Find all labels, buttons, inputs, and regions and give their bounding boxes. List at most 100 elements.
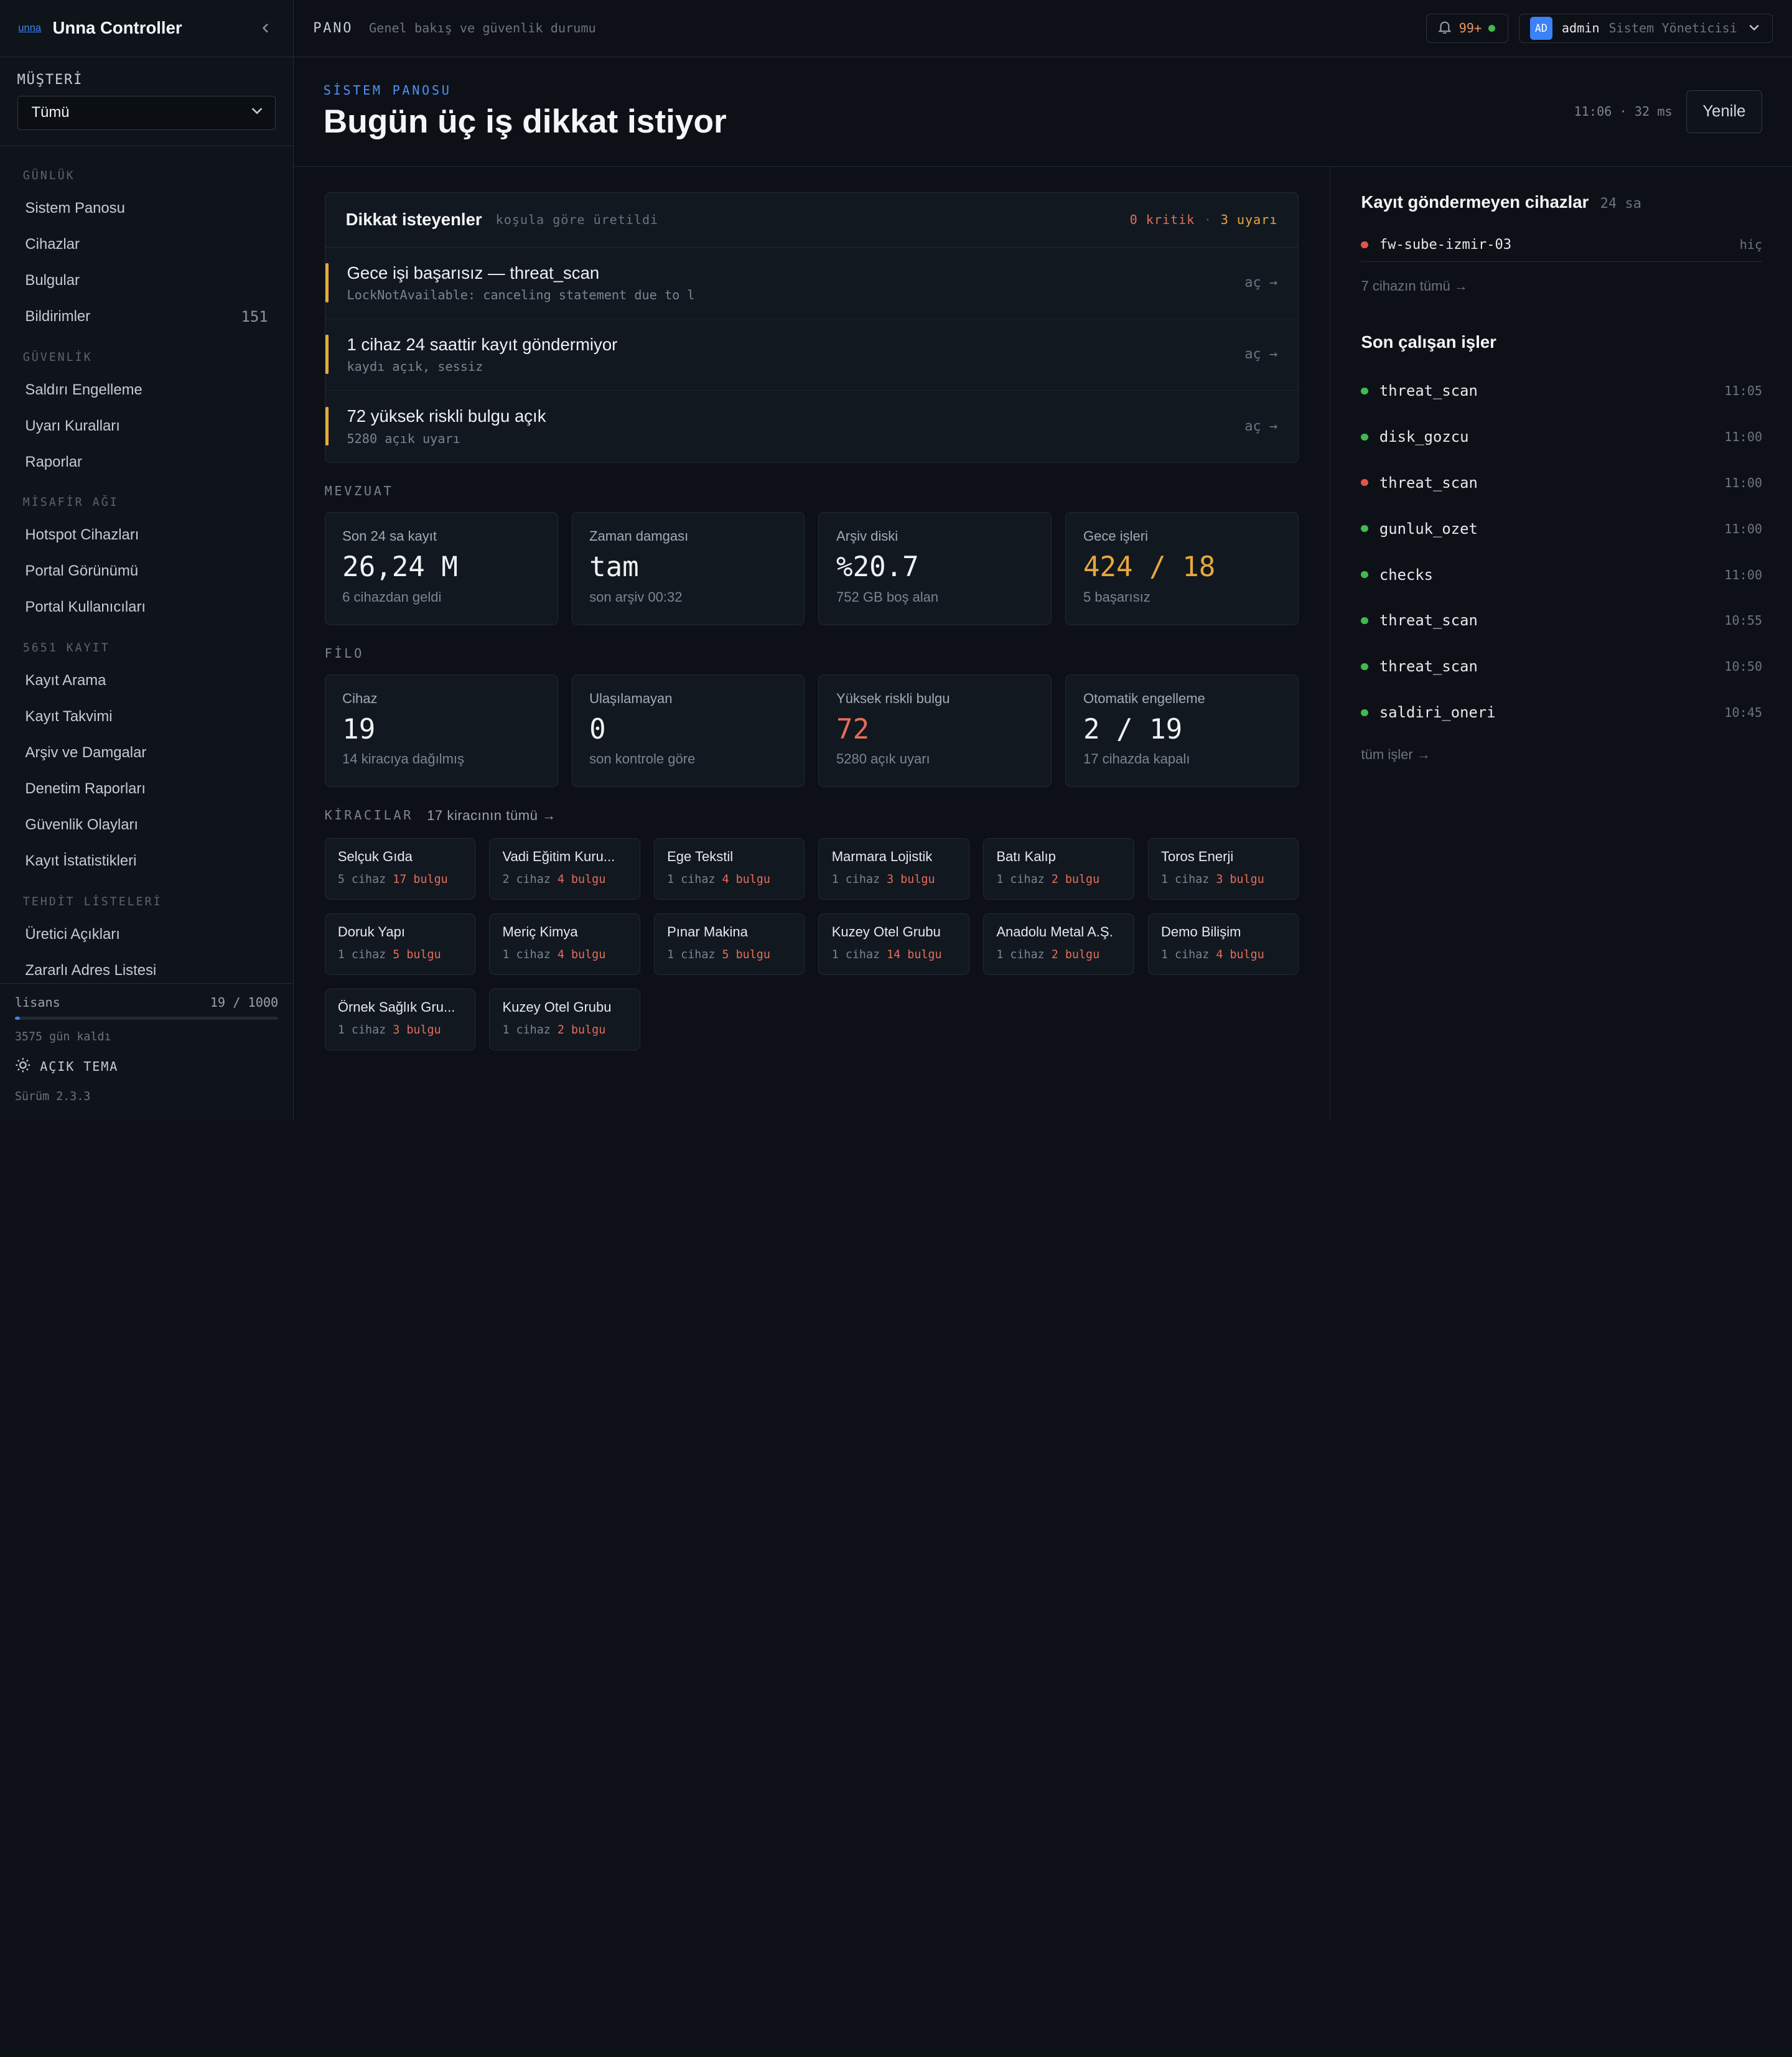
job-row[interactable]: saldiri_oneri 10:45 <box>1361 689 1762 735</box>
attention-item[interactable]: 72 yüksek riskli bulgu açık 5280 açık uya… <box>325 391 1299 462</box>
metric-card[interactable]: Zaman damgası tam son arşiv 00:32 <box>571 511 805 625</box>
chevron-left-icon[interactable] <box>256 19 274 37</box>
metric-card[interactable]: Son 24 sa kayıt 26,24 M 6 cihazdan geldi <box>324 511 558 625</box>
sidebar-item[interactable]: Hotspot Cihazları <box>0 517 293 553</box>
sidebar-item[interactable]: Saldırı Engelleme <box>0 372 293 408</box>
metric-label: Zaman damgası <box>589 528 689 544</box>
sidebar-item[interactable]: Uyarı Kuralları <box>0 408 293 444</box>
tenant-card[interactable]: Demo Bilişim 1 cihaz 4 bulgu <box>1147 913 1299 975</box>
attention-item-text: 72 yüksek riskli bulgu açık 5280 açık uya… <box>347 406 1244 445</box>
tenant-card[interactable]: Meriç Kimya 1 cihaz 4 bulgu <box>489 913 640 975</box>
sidebar-item[interactable]: Portal Görünümü <box>0 553 293 589</box>
metric-value: 2 / 19 <box>1083 714 1183 746</box>
tenant-meta: 1 cihaz 2 bulgu <box>996 948 1121 961</box>
tenant-name: Demo Bilişim <box>1160 924 1241 940</box>
metric-value: 0 <box>589 714 606 746</box>
tenant-findings: 17 bulgu <box>393 872 448 886</box>
sidebar-item[interactable]: Güvenlik Olayları <box>0 807 293 843</box>
attention-item-text: 1 cihaz 24 saattir kayıt göndermiyor kayd… <box>347 335 1244 374</box>
job-time: 11:00 <box>1724 521 1763 536</box>
tenant-meta: 2 cihaz 4 bulgu <box>502 873 627 886</box>
user-menu[interactable]: AD admin Sistem Yöneticisi <box>1518 13 1773 44</box>
theme-toggle-label: AÇIK TEMA <box>40 1059 119 1075</box>
all-devices-link[interactable]: 7 cihazın tümü → <box>1361 278 1762 294</box>
attention-item[interactable]: Gece işi başarısız — threat_scan LockNotA… <box>325 248 1299 319</box>
tenant-findings: 5 bulgu <box>393 948 441 962</box>
metric-card[interactable]: Otomatik engelleme 2 / 19 17 cihazda kapal… <box>1065 674 1299 788</box>
attention-item[interactable]: 1 cihaz 24 saattir kayıt göndermiyor kayd… <box>325 319 1299 391</box>
tenant-card[interactable]: Toros Enerji 1 cihaz 3 bulgu <box>1147 837 1299 900</box>
job-row[interactable]: threat_scan 10:50 <box>1361 643 1762 689</box>
all-tenants-link[interactable]: 17 kiracının tümü → <box>427 808 556 824</box>
tenant-card[interactable]: Marmara Lojistik 1 cihaz 3 bulgu <box>818 837 970 900</box>
sidebar-item[interactable]: Raporlar <box>0 444 293 480</box>
tenant-card[interactable]: Kuzey Otel Grubu 1 cihaz 14 bulgu <box>818 913 970 975</box>
sun-icon <box>15 1057 31 1076</box>
sidebar-item[interactable]: Cihazlar <box>0 226 293 263</box>
sidebar-item[interactable]: Üretici Açıkları <box>0 917 293 953</box>
job-row[interactable]: threat_scan 11:00 <box>1361 460 1762 506</box>
job-name: disk_gozcu <box>1379 428 1469 446</box>
version: Sürüm 2.3.3 <box>14 1089 91 1103</box>
job-row[interactable]: threat_scan 11:05 <box>1361 368 1762 414</box>
sidebar-item[interactable]: Zararlı Adres Listesi <box>0 953 293 983</box>
tenant-devices: 1 cihaz <box>831 948 880 962</box>
job-row[interactable]: disk_gozcu 11:00 <box>1361 414 1762 460</box>
all-jobs-link[interactable]: tüm işler → <box>1361 747 1762 763</box>
sidebar-item[interactable]: Portal Kullanıcıları <box>0 589 293 625</box>
tenant-name: Selçuk Gıda <box>337 849 413 865</box>
tenant-devices: 2 cihaz <box>502 872 551 886</box>
notifications-button[interactable]: 99+ <box>1426 13 1509 44</box>
tenant-card[interactable]: Vadi Eğitim Kuru... 2 cihaz 4 bulgu <box>489 837 640 900</box>
status-dot <box>1361 241 1368 248</box>
metric-card[interactable]: Arşiv diski %20.7 752 GB boş alan <box>818 511 1052 625</box>
tenant-card[interactable]: Ege Tekstil 1 cihaz 4 bulgu <box>653 837 805 900</box>
nav-section-label: GÜVENLİK <box>22 350 93 364</box>
tenant-card[interactable]: Selçuk Gıda 5 cihaz 17 bulgu <box>324 837 476 900</box>
sidebar-item[interactable]: Bulgular <box>0 263 293 299</box>
tenant-devices: 1 cihaz <box>1160 948 1210 962</box>
sidebar-item[interactable]: Sistem Panosu <box>0 190 293 226</box>
job-row[interactable]: checks 11:00 <box>1361 552 1762 598</box>
open-link[interactable]: aç → <box>1244 275 1277 291</box>
brand-logo[interactable]: unna <box>18 22 41 34</box>
filo-label: FİLO <box>325 646 1299 661</box>
tenant-card[interactable]: Doruk Yapı 1 cihaz 5 bulgu <box>324 913 476 975</box>
tenant-card[interactable]: Batı Kalıp 1 cihaz 2 bulgu <box>983 837 1134 900</box>
sidebar-item[interactable]: Denetim Raporları <box>0 771 293 807</box>
silent-devices-title: Kayıt göndermeyen cihazlar <box>1361 192 1589 212</box>
tenant-findings: 5 bulgu <box>722 948 770 962</box>
metric-card[interactable]: Cihaz 19 14 kiracıya dağılmış <box>324 674 558 788</box>
tenant-card[interactable]: Pınar Makina 1 cihaz 5 bulgu <box>653 913 805 975</box>
tenant-devices: 1 cihaz <box>502 1024 551 1037</box>
attention-subtitle: koşula göre üretildi <box>495 212 659 228</box>
sidebar-item[interactable]: Arşiv ve Damgalar <box>0 735 293 771</box>
tenant-devices: 1 cihaz <box>337 948 386 962</box>
theme-toggle[interactable]: AÇIK TEMA <box>15 1057 278 1076</box>
tenant-card[interactable]: Kuzey Otel Grubu 1 cihaz 2 bulgu <box>489 988 640 1051</box>
metric-card[interactable]: Gece işleri 424 / 18 5 başarısız <box>1065 511 1299 625</box>
metric-card[interactable]: Yüksek riskli bulgu 72 5280 açık uyarı <box>818 674 1052 788</box>
customer-select[interactable]: Tümü <box>17 95 276 130</box>
metric-label: Arşiv diski <box>836 528 898 544</box>
sidebar-item[interactable]: Bildirimler 151 <box>0 299 293 335</box>
sidebar-item[interactable]: Kayıt Takvimi <box>0 699 293 735</box>
brand-header: unna Unna Controller <box>0 0 294 57</box>
refresh-button[interactable]: Yenile <box>1686 90 1763 134</box>
attention-item-detail: LockNotAvailable: canceling statement du… <box>347 287 695 303</box>
sidebar-item[interactable]: Kayıt İstatistikleri <box>0 843 293 879</box>
silent-device-row[interactable]: fw-sube-izmir-03 hiç <box>1361 228 1763 263</box>
job-row[interactable]: gunluk_ozet 11:00 <box>1361 506 1762 552</box>
tenant-name: Marmara Lojistik <box>831 849 933 865</box>
status-dot <box>1361 387 1368 394</box>
tenant-name: Ege Tekstil <box>667 849 734 865</box>
open-link[interactable]: aç → <box>1244 347 1277 362</box>
open-link[interactable]: aç → <box>1244 419 1277 434</box>
sidebar-item[interactable]: Kayıt Arama <box>0 663 293 699</box>
job-row[interactable]: threat_scan 10:55 <box>1361 598 1762 644</box>
attention-panel: Dikkat isteyenler koşula göre üretildi 0… <box>324 192 1299 463</box>
tenant-card[interactable]: Örnek Sağlık Gru... 1 cihaz 3 bulgu <box>324 988 476 1051</box>
tenant-card[interactable]: Anadolu Metal A.Ş. 1 cihaz 2 bulgu <box>983 913 1134 975</box>
metric-card[interactable]: Ulaşılamayan 0 son kontrole göre <box>571 674 805 788</box>
sidebar-item-label: Portal Kullanıcıları <box>25 599 146 616</box>
